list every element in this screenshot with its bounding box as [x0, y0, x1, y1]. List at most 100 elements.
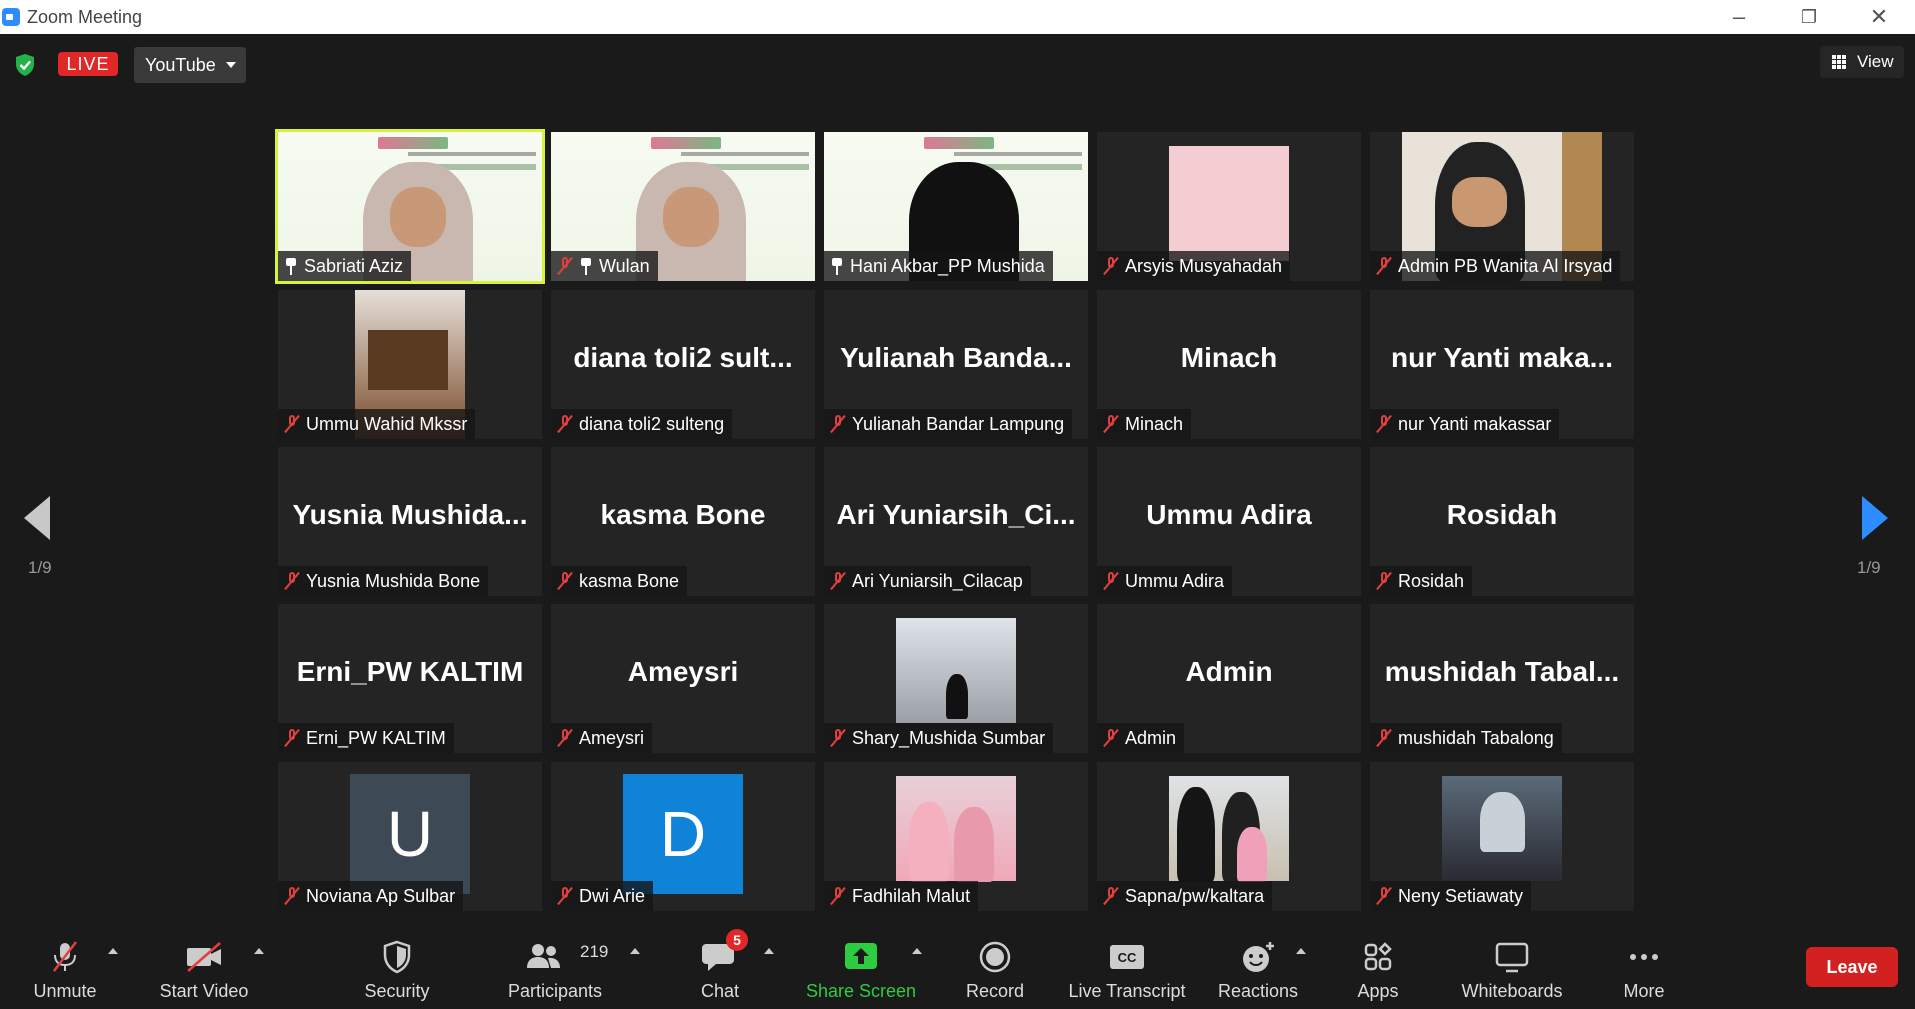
slide-logo: [924, 137, 994, 149]
minimize-button[interactable]: –: [1716, 2, 1762, 32]
participants-button[interactable]: 219 Participants: [500, 924, 610, 1009]
person-silhouette: [1480, 792, 1525, 852]
participant-tile[interactable]: Fadhilah Malut: [824, 762, 1088, 911]
participant-tile[interactable]: Rosidah Rosidah: [1370, 447, 1634, 596]
share-options-caret-icon[interactable]: [912, 948, 922, 954]
more-button[interactable]: More: [1604, 924, 1684, 1009]
microphone-muted-icon: [1376, 728, 1392, 748]
svg-text:CC: CC: [1118, 950, 1137, 965]
apps-label: Apps: [1357, 981, 1399, 1001]
person-silhouette: [909, 802, 949, 882]
apps-button[interactable]: Apps: [1338, 924, 1418, 1009]
security-button[interactable]: Security: [352, 924, 442, 1009]
chat-button[interactable]: Chat: [680, 924, 760, 1009]
reactions-options-caret-icon[interactable]: [1296, 948, 1306, 954]
participant-name-bar: Sabriati Aziz: [278, 251, 412, 281]
restore-button[interactable]: ❐: [1786, 2, 1832, 32]
leave-button[interactable]: Leave: [1806, 947, 1898, 987]
chat-label: Chat: [700, 981, 740, 1001]
participant-tile[interactable]: Arsyis Musyahadah: [1097, 132, 1361, 281]
participant-tile[interactable]: Hani Akbar_PP Mushida: [824, 132, 1088, 281]
participant-tile[interactable]: Erni_PW KALTIM Erni_PW KALTIM: [278, 604, 542, 753]
participant-tile[interactable]: Neny Setiawaty: [1370, 762, 1634, 911]
participant-tile[interactable]: Admin Admin: [1097, 604, 1361, 753]
previous-page-arrow-icon[interactable]: [24, 496, 50, 540]
participant-tile[interactable]: Ummu Adira Ummu Adira: [1097, 447, 1361, 596]
participant-name: Noviana Ap Sulbar: [306, 886, 456, 906]
microphone-muted-icon: [1376, 571, 1392, 591]
participants-count: 219: [580, 942, 609, 961]
participant-tile[interactable]: D Dwi Arie: [551, 762, 815, 911]
security-label: Security: [364, 981, 430, 1001]
closed-caption-icon: CC: [1110, 945, 1144, 969]
shelf: [368, 330, 448, 390]
participant-name-bar: Ari Yuniarsih_Cilacap: [824, 566, 1031, 596]
participant-display-name: Ari Yuniarsih_Ci...: [836, 499, 1076, 530]
participants-label: Participants: [507, 981, 603, 1001]
live-transcript-button[interactable]: CC Live Transcript: [1062, 924, 1192, 1009]
participant-tile[interactable]: mushidah Tabal... mushidah Tabalong: [1370, 604, 1634, 753]
participant-tile[interactable]: Sapna/pw/kaltara: [1097, 762, 1361, 911]
participants-options-caret-icon[interactable]: [630, 948, 640, 954]
close-button[interactable]: ✕: [1856, 2, 1902, 32]
participant-tile[interactable]: Admin PB Wanita Al Irsyad: [1370, 132, 1634, 281]
participant-tile[interactable]: Ari Yuniarsih_Ci... Ari Yuniarsih_Cilacap: [824, 447, 1088, 596]
page-indicator-right: 1/9: [1857, 558, 1881, 577]
participant-tile[interactable]: Sabriati Aziz: [275, 129, 545, 284]
reactions-button[interactable]: Reactions: [1208, 924, 1308, 1009]
face: [1452, 177, 1507, 227]
video-options-caret-icon[interactable]: [254, 948, 264, 954]
encryption-shield-icon[interactable]: [14, 53, 36, 77]
share-screen-label: Share Screen: [805, 981, 917, 1001]
participant-name: Erni_PW KALTIM: [306, 728, 446, 748]
avatar: U: [350, 774, 470, 894]
whiteboards-button[interactable]: Whiteboards: [1452, 924, 1572, 1009]
participant-tile[interactable]: kasma Bone kasma Bone: [551, 447, 815, 596]
chat-options-caret-icon[interactable]: [764, 948, 774, 954]
next-page-arrow-icon[interactable]: [1862, 496, 1888, 540]
more-ellipsis-icon: [1630, 954, 1658, 960]
participant-tile[interactable]: Ummu Wahid Mkssr: [278, 290, 542, 439]
audio-options-caret-icon[interactable]: [108, 948, 118, 954]
participant-name: Dwi Arie: [579, 886, 646, 906]
unmute-button[interactable]: Unmute: [20, 924, 110, 1009]
participant-tile[interactable]: Shary_Mushida Sumbar: [824, 604, 1088, 753]
participant-tile[interactable]: Yulianah Banda... Yulianah Bandar Lampung: [824, 290, 1088, 439]
microphone-muted-icon: [830, 414, 846, 434]
participant-tile[interactable]: Ameysri Ameysri: [551, 604, 815, 753]
microphone-muted-icon: [1103, 571, 1119, 591]
record-button[interactable]: Record: [955, 924, 1035, 1009]
participant-tile[interactable]: Yusnia Mushida... Yusnia Mushida Bone: [278, 447, 542, 596]
slide-logo: [651, 137, 721, 149]
view-button[interactable]: View: [1820, 46, 1904, 78]
participant-name-bar: Erni_PW KALTIM: [278, 723, 454, 753]
participant-name-bar: Admin PB Wanita Al Irsyad: [1370, 251, 1621, 281]
participant-name: Wulan: [599, 256, 650, 276]
microphone-muted-icon: [830, 728, 846, 748]
participant-name-bar: Rosidah: [1370, 566, 1473, 596]
video-camera-off-icon: [187, 942, 221, 972]
microphone-muted-icon: [557, 414, 573, 434]
person-silhouette: [1177, 787, 1215, 882]
slide-logo: [378, 137, 448, 149]
participant-tile[interactable]: diana toli2 sult... diana toli2 sulteng: [551, 290, 815, 439]
participant-display-name: Ummu Adira: [1146, 499, 1312, 530]
participant-tile[interactable]: Wulan: [551, 132, 815, 281]
record-label: Record: [965, 981, 1025, 1001]
security-shield-icon: [383, 940, 411, 974]
share-screen-button[interactable]: Share Screen: [800, 924, 922, 1009]
participant-display-name: kasma Bone: [600, 499, 766, 530]
more-label: More: [1623, 981, 1665, 1001]
start-video-button[interactable]: Start Video: [148, 924, 260, 1009]
microphone-muted-icon: [1103, 886, 1119, 906]
participant-name: Admin PB Wanita Al Irsyad: [1398, 256, 1613, 276]
participant-tile[interactable]: Minach Minach: [1097, 290, 1361, 439]
pin-icon: [579, 257, 593, 275]
microphone-muted-icon: [557, 256, 573, 276]
participant-tile[interactable]: nur Yanti maka... nur Yanti makassar: [1370, 290, 1634, 439]
microphone-muted-icon: [1103, 414, 1119, 434]
participant-tile[interactable]: U Noviana Ap Sulbar: [278, 762, 542, 911]
stream-target-dropdown[interactable]: YouTube: [134, 47, 246, 83]
page-indicator-left: 1/9: [28, 558, 52, 577]
person-silhouette: [1237, 827, 1267, 882]
